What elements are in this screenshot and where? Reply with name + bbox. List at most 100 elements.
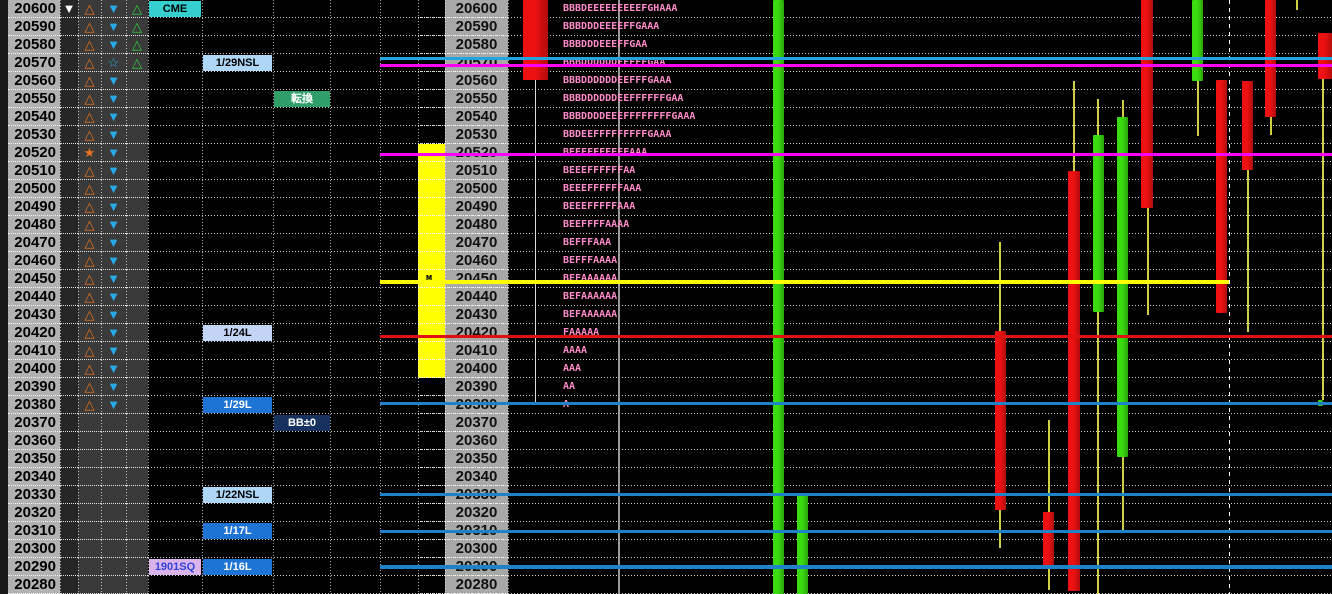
value-area-cell — [418, 108, 445, 126]
orange-up-triangle-icon: △ — [78, 90, 101, 108]
sell-signal-cell — [101, 540, 126, 558]
price-label-left: 20470 — [8, 234, 60, 252]
price-label-left: 20520 — [8, 144, 60, 162]
buy-signal-cell — [78, 450, 101, 468]
white-down-arrow-icon[interactable]: ▼ — [60, 0, 78, 18]
blue-down-triangle-icon: ▼ — [101, 360, 126, 378]
price-label-left: 20380 — [8, 396, 60, 414]
value-area-cell — [418, 0, 445, 18]
orange-up-triangle-icon: △ — [78, 288, 101, 306]
price-label-right: 20530 — [445, 126, 508, 144]
buy-signal-column: △ △ △ △ △ △ △ △ ★ △ △ △ △ △ △ △ △ △ △ △ △ △ △ — [78, 0, 101, 594]
value-area-cell — [418, 306, 445, 324]
price-label-right: 20320 — [445, 504, 508, 522]
price-label-left: 20560 — [8, 72, 60, 90]
blue-down-triangle-icon: ▼ — [101, 324, 126, 342]
chart-row — [508, 396, 1332, 414]
chart-row — [508, 558, 1332, 576]
trend-signal-cell — [126, 432, 148, 450]
chart-row — [508, 306, 1332, 324]
chart-row — [508, 144, 1332, 162]
trend-signal-cell — [126, 198, 148, 216]
blue-down-triangle-icon: ▼ — [101, 108, 126, 126]
orange-star-icon: ★ — [78, 144, 101, 162]
buy-signal-cell — [78, 504, 101, 522]
trend-signal-cell — [126, 414, 148, 432]
label-row — [148, 504, 380, 522]
price-label-left: 20440 — [8, 288, 60, 306]
indicator-cell — [60, 450, 78, 468]
blue-star-icon: ☆ — [101, 54, 126, 72]
value-area-cell — [418, 540, 445, 558]
trend-signal-cell — [126, 576, 148, 594]
chart-row — [508, 252, 1332, 270]
chart-row — [508, 486, 1332, 504]
label-row — [148, 18, 380, 36]
label-row — [148, 432, 380, 450]
price-label-left: 20450 — [8, 270, 60, 288]
indicator-cell — [60, 180, 78, 198]
label-row — [148, 0, 380, 18]
price-label-left: 20580 — [8, 36, 60, 54]
indicator-cell — [60, 342, 78, 360]
blue-down-triangle-icon: ▼ — [101, 198, 126, 216]
price-label-right: 20310 — [445, 522, 508, 540]
buy-signal-cell — [78, 414, 101, 432]
label-row — [148, 396, 380, 414]
trend-signal-cell — [126, 540, 148, 558]
value-area-cell — [418, 198, 445, 216]
label-row — [148, 252, 380, 270]
chart-row — [508, 324, 1332, 342]
chart-row — [508, 126, 1332, 144]
indicator-cell — [60, 324, 78, 342]
trend-signal-cell — [126, 126, 148, 144]
indicator-cell — [60, 126, 78, 144]
price-label-left: 20330 — [8, 486, 60, 504]
indicator-cell — [60, 216, 78, 234]
chart-row — [508, 288, 1332, 306]
blue-down-triangle-icon: ▼ — [101, 36, 126, 54]
price-label-right: 20330 — [445, 486, 508, 504]
blue-down-triangle-icon: ▼ — [101, 396, 126, 414]
price-label-left: 20530 — [8, 126, 60, 144]
price-label-left: 20590 — [8, 18, 60, 36]
indicator-cell — [60, 360, 78, 378]
price-label-left: 20510 — [8, 162, 60, 180]
price-label-right: 20430 — [445, 306, 508, 324]
value-area-cell — [418, 216, 445, 234]
price-label-right: 20410 — [445, 342, 508, 360]
buy-signal-cell — [78, 486, 101, 504]
trend-signal-cell — [126, 306, 148, 324]
sell-signal-cell — [101, 486, 126, 504]
indicator-cell — [60, 90, 78, 108]
indicator-cell — [60, 54, 78, 72]
price-label-left: 20300 — [8, 540, 60, 558]
value-area-cell — [418, 558, 445, 576]
value-area-cell — [418, 72, 445, 90]
price-label-left: 20460 — [8, 252, 60, 270]
orange-up-triangle-icon: △ — [78, 342, 101, 360]
orange-up-triangle-icon: △ — [78, 360, 101, 378]
trend-signal-cell — [126, 450, 148, 468]
blue-down-triangle-icon: ▼ — [101, 180, 126, 198]
chart-row — [508, 576, 1332, 594]
chart-row — [508, 432, 1332, 450]
value-area-cell — [418, 522, 445, 540]
sell-signal-cell — [101, 558, 126, 576]
sell-signal-cell — [101, 468, 126, 486]
chart-row — [508, 162, 1332, 180]
orange-up-triangle-icon: △ — [78, 180, 101, 198]
trend-signal-cell — [126, 558, 148, 576]
price-label-right: 20470 — [445, 234, 508, 252]
orange-up-triangle-icon: △ — [78, 378, 101, 396]
price-ladder-left: 20600 20590 20580 20570 20560 20550 20540 20530… — [8, 0, 60, 594]
indicator-cell — [60, 396, 78, 414]
blue-down-triangle-icon: ▼ — [101, 18, 126, 36]
chart-row — [508, 504, 1332, 522]
price-label-left: 20570 — [8, 54, 60, 72]
left-edge-strip — [0, 0, 8, 594]
indicator-cell — [60, 36, 78, 54]
chart-row — [508, 18, 1332, 36]
value-area-cell — [418, 18, 445, 36]
indicator-cell — [60, 162, 78, 180]
